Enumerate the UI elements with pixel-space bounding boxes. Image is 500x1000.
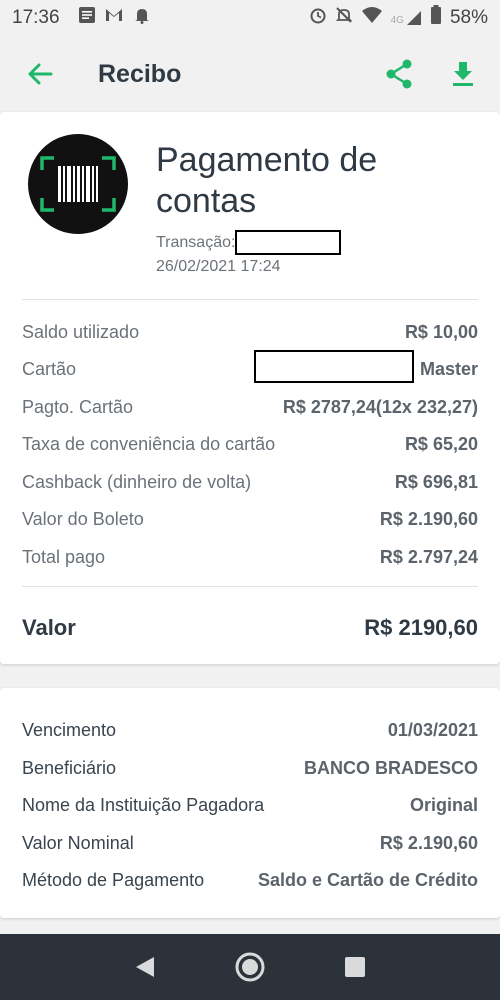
detail-row: Método de Pagamento Saldo e Cartão de Cr…	[22, 865, 478, 895]
home-circle-icon[interactable]	[232, 949, 268, 985]
download-icon[interactable]	[446, 57, 480, 91]
detail-row: Beneficiário BANCO BRADESCO	[22, 753, 478, 783]
battery-percent: 58%	[449, 7, 488, 28]
barcode-scan-icon	[28, 134, 128, 234]
row-label: Método de Pagamento	[22, 869, 205, 890]
row-label: Cartão	[22, 358, 77, 379]
row-label: Taxa de conveniência do cartão	[22, 433, 276, 454]
total-value: R$ 2190,60	[364, 615, 478, 640]
row-label: Vencimento	[22, 719, 117, 740]
transaction-row: Transação:	[156, 230, 342, 255]
details-card: Vencimento 01/03/2021 Beneficiário BANCO…	[0, 688, 500, 918]
row-value: BANCO BRADESCO	[303, 757, 478, 778]
row-label: Pagto. Cartão	[22, 396, 134, 417]
total-label: Valor	[22, 615, 76, 640]
row-value: Original	[409, 794, 478, 815]
receipt-title-line2: contas	[156, 182, 257, 220]
notification-bell-icon	[132, 6, 152, 30]
row-label: Valor do Boleto	[22, 508, 144, 529]
battery-icon	[430, 5, 442, 31]
share-icon[interactable]	[382, 57, 416, 91]
system-nav-bar	[0, 934, 500, 1000]
summary-row: Cashback (dinheiro de volta) R$ 696,81	[22, 467, 478, 497]
recents-square-icon[interactable]	[337, 949, 373, 985]
page-title: Recibo	[98, 59, 182, 88]
row-value: R$ 696,81	[394, 471, 478, 492]
mute-icon	[335, 6, 353, 30]
summary-row: Valor do Boleto R$ 2.190,60	[22, 504, 478, 534]
row-value: Master	[419, 358, 478, 379]
gmail-icon	[104, 7, 124, 29]
row-value: R$ 10,00	[404, 321, 478, 342]
row-label: Cashback (dinheiro de volta)	[22, 471, 252, 492]
summary-row: Taxa de conveniência do cartão R$ 65,20	[22, 429, 478, 459]
receipt-title-line1: Pagamento de	[156, 141, 378, 179]
summary-row: Total pago R$ 2.797,24	[22, 542, 478, 572]
transaction-label: Transação:	[156, 233, 236, 251]
receipt-card: Pagamento de contas Transação: 26/02/202…	[0, 112, 500, 664]
status-bar: 17:36 4G 58%	[0, 0, 500, 36]
status-time: 17:36	[12, 7, 60, 28]
row-value: R$ 2.190,60	[379, 832, 478, 853]
alarm-icon	[309, 6, 327, 30]
row-label: Nome da Instituição Pagadora	[22, 794, 265, 815]
app-bar: Recibo	[0, 36, 500, 112]
wifi-icon	[361, 6, 383, 30]
news-icon	[78, 6, 96, 30]
redacted-transaction-id	[235, 230, 342, 255]
back-arrow-icon[interactable]	[20, 54, 60, 94]
divider	[22, 586, 478, 587]
signal-icon: 4G	[391, 10, 422, 26]
divider	[22, 299, 478, 300]
network-type: 4G	[390, 15, 404, 26]
row-label: Beneficiário	[22, 757, 117, 778]
row-value: R$ 2.797,24	[379, 546, 478, 567]
row-label: Valor Nominal	[22, 832, 134, 853]
row-label: Saldo utilizado	[22, 321, 140, 342]
row-value: R$ 65,20	[404, 433, 478, 454]
redacted-card-number	[254, 350, 414, 383]
transaction-datetime: 26/02/2021 17:24	[156, 258, 281, 275]
total-row: Valor R$ 2190,60	[22, 608, 478, 648]
row-value: 01/03/2021	[387, 719, 478, 740]
summary-row: Saldo utilizado R$ 10,00	[22, 317, 478, 347]
detail-row: Nome da Instituição Pagadora Original	[22, 790, 478, 820]
row-value: R$ 2787,24(12x 232,27)	[282, 396, 478, 417]
row-value: R$ 2.190,60	[379, 508, 478, 529]
summary-row: Pagto. Cartão R$ 2787,24(12x 232,27)	[22, 392, 478, 422]
row-label: Total pago	[22, 546, 106, 567]
row-value: Saldo e Cartão de Crédito	[257, 869, 478, 890]
detail-row: Vencimento 01/03/2021	[22, 715, 478, 745]
back-triangle-icon[interactable]	[127, 949, 163, 985]
detail-row: Valor Nominal R$ 2.190,60	[22, 828, 478, 858]
